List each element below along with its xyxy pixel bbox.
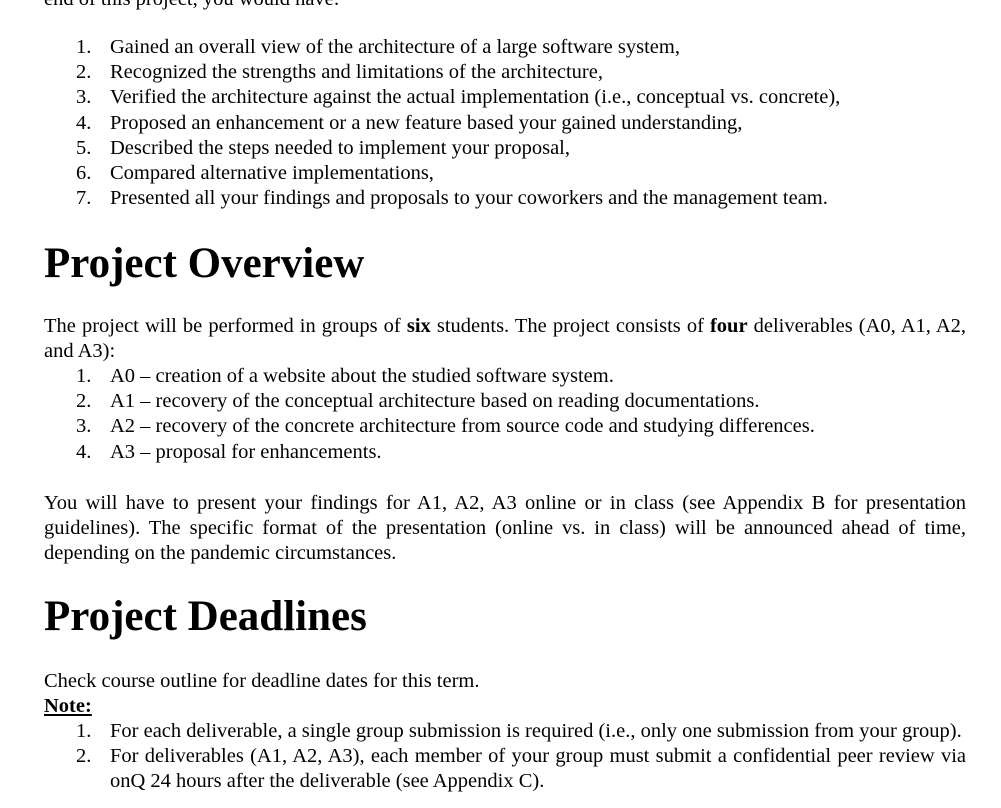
- list-item: 2. A1 – recovery of the conceptual archit…: [76, 390, 760, 413]
- outcomes-list: 1. Gained an overall view of the architec…: [44, 35, 966, 211]
- list-item: 3. A2 – recovery of the concrete architec…: [76, 415, 815, 438]
- list-item: 6. Compared alternative implementations,: [76, 162, 434, 185]
- list-item: 3. Verified the architecture against the …: [76, 86, 841, 109]
- list-item: 2. For deliverables (A1, A2, A3), each me…: [76, 745, 966, 793]
- deadlines-heading: Project Deadlines: [44, 593, 367, 640]
- presentation-paragraph: You will have to present your findings f…: [44, 492, 966, 565]
- deliverables-list: 1. A0 – creation of a website about the s…: [44, 364, 966, 465]
- previous-paragraph-fragment: end of this project, you would have:: [44, 0, 339, 11]
- list-item: 1. For each deliverable, a single group s…: [76, 720, 962, 742]
- list-item: 1. Gained an overall view of the architec…: [76, 36, 680, 58]
- list-item: 2. Recognized the strengths and limitatio…: [76, 61, 603, 84]
- list-item: 4. A3 – proposal for enhancements.: [76, 440, 382, 463]
- overview-heading: Project Overview: [44, 240, 365, 287]
- list-item: 5. Described the steps needed to implemen…: [76, 136, 570, 159]
- list-item: 7. Presented all your findings and propos…: [76, 187, 828, 210]
- note-label: Note:: [44, 695, 92, 717]
- deadlines-text: Check course outline for deadline dates …: [44, 670, 480, 692]
- notes-list: 1. For each deliverable, a single group s…: [44, 719, 966, 795]
- list-item: 1. A0 – creation of a website about the s…: [76, 365, 614, 387]
- list-item: 4. Proposed an enhancement or a new featu…: [76, 111, 743, 134]
- overview-intro: The project will be performed in groups …: [44, 315, 967, 363]
